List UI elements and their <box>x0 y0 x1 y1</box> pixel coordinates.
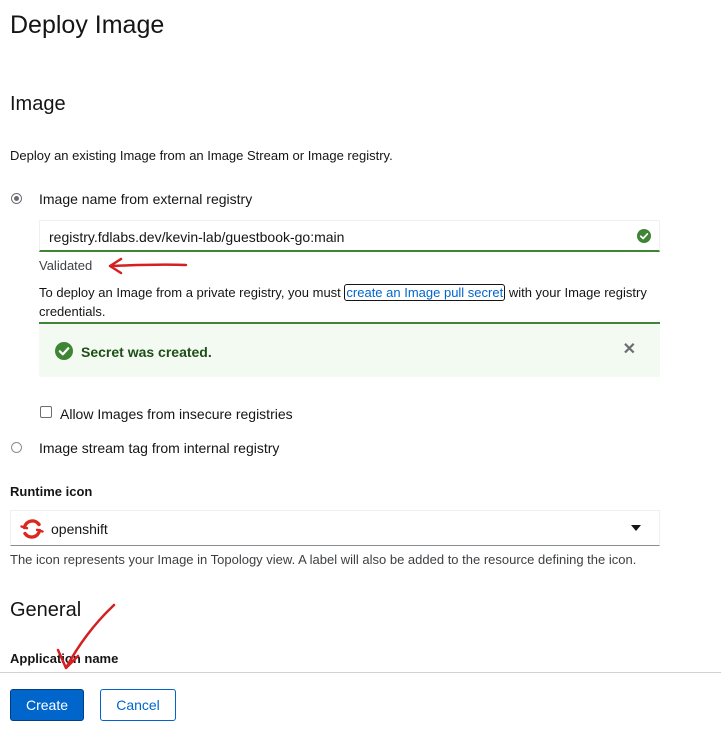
create-button[interactable]: Create <box>10 689 84 721</box>
external-registry-radio[interactable] <box>11 193 22 204</box>
alert-title: Secret was created. <box>81 344 212 360</box>
internal-registry-radio[interactable] <box>11 442 22 453</box>
check-circle-icon <box>637 229 651 243</box>
section-title-image: Image <box>10 93 66 115</box>
cancel-button[interactable]: Cancel <box>100 689 176 721</box>
image-name-value[interactable]: registry.fdlabs.dev/kevin-lab/guestbook-… <box>49 228 344 246</box>
insecure-registries-checkbox[interactable] <box>40 406 52 418</box>
openshift-logo-icon <box>20 519 44 539</box>
page-title: Deploy Image <box>10 11 165 39</box>
external-registry-radio-label[interactable]: Image name from external registry <box>39 190 252 208</box>
runtime-icon-help: The icon represents your Image in Topolo… <box>10 552 637 567</box>
runtime-icon-value[interactable]: openshift <box>51 520 108 538</box>
secret-created-alert: Secret was created. ✕ <box>39 322 660 377</box>
internal-registry-radio-label[interactable]: Image stream tag from internal registry <box>39 439 279 457</box>
close-icon[interactable]: ✕ <box>623 341 636 359</box>
pull-secret-text-before: To deploy an Image from a private regist… <box>39 285 345 300</box>
validation-text: Validated <box>39 258 93 273</box>
image-name-input[interactable]: registry.fdlabs.dev/kevin-lab/guestbook-… <box>39 220 660 252</box>
annotation-arrow-validated <box>108 257 188 275</box>
runtime-icon-label: Runtime icon <box>10 484 93 499</box>
runtime-icon-select[interactable]: openshift <box>10 510 660 546</box>
section-title-general: General <box>10 599 82 621</box>
image-section-description: Deploy an existing Image from an Image S… <box>10 148 393 163</box>
insecure-registries-label[interactable]: Allow Images from insecure registries <box>60 405 293 423</box>
pull-secret-helper: To deploy an Image from a private regist… <box>39 283 664 321</box>
caret-down-icon[interactable] <box>631 525 641 531</box>
create-pull-secret-link[interactable]: create an Image pull secret <box>344 284 506 301</box>
check-circle-icon <box>55 342 73 360</box>
application-name-label: Application name <box>10 651 119 666</box>
